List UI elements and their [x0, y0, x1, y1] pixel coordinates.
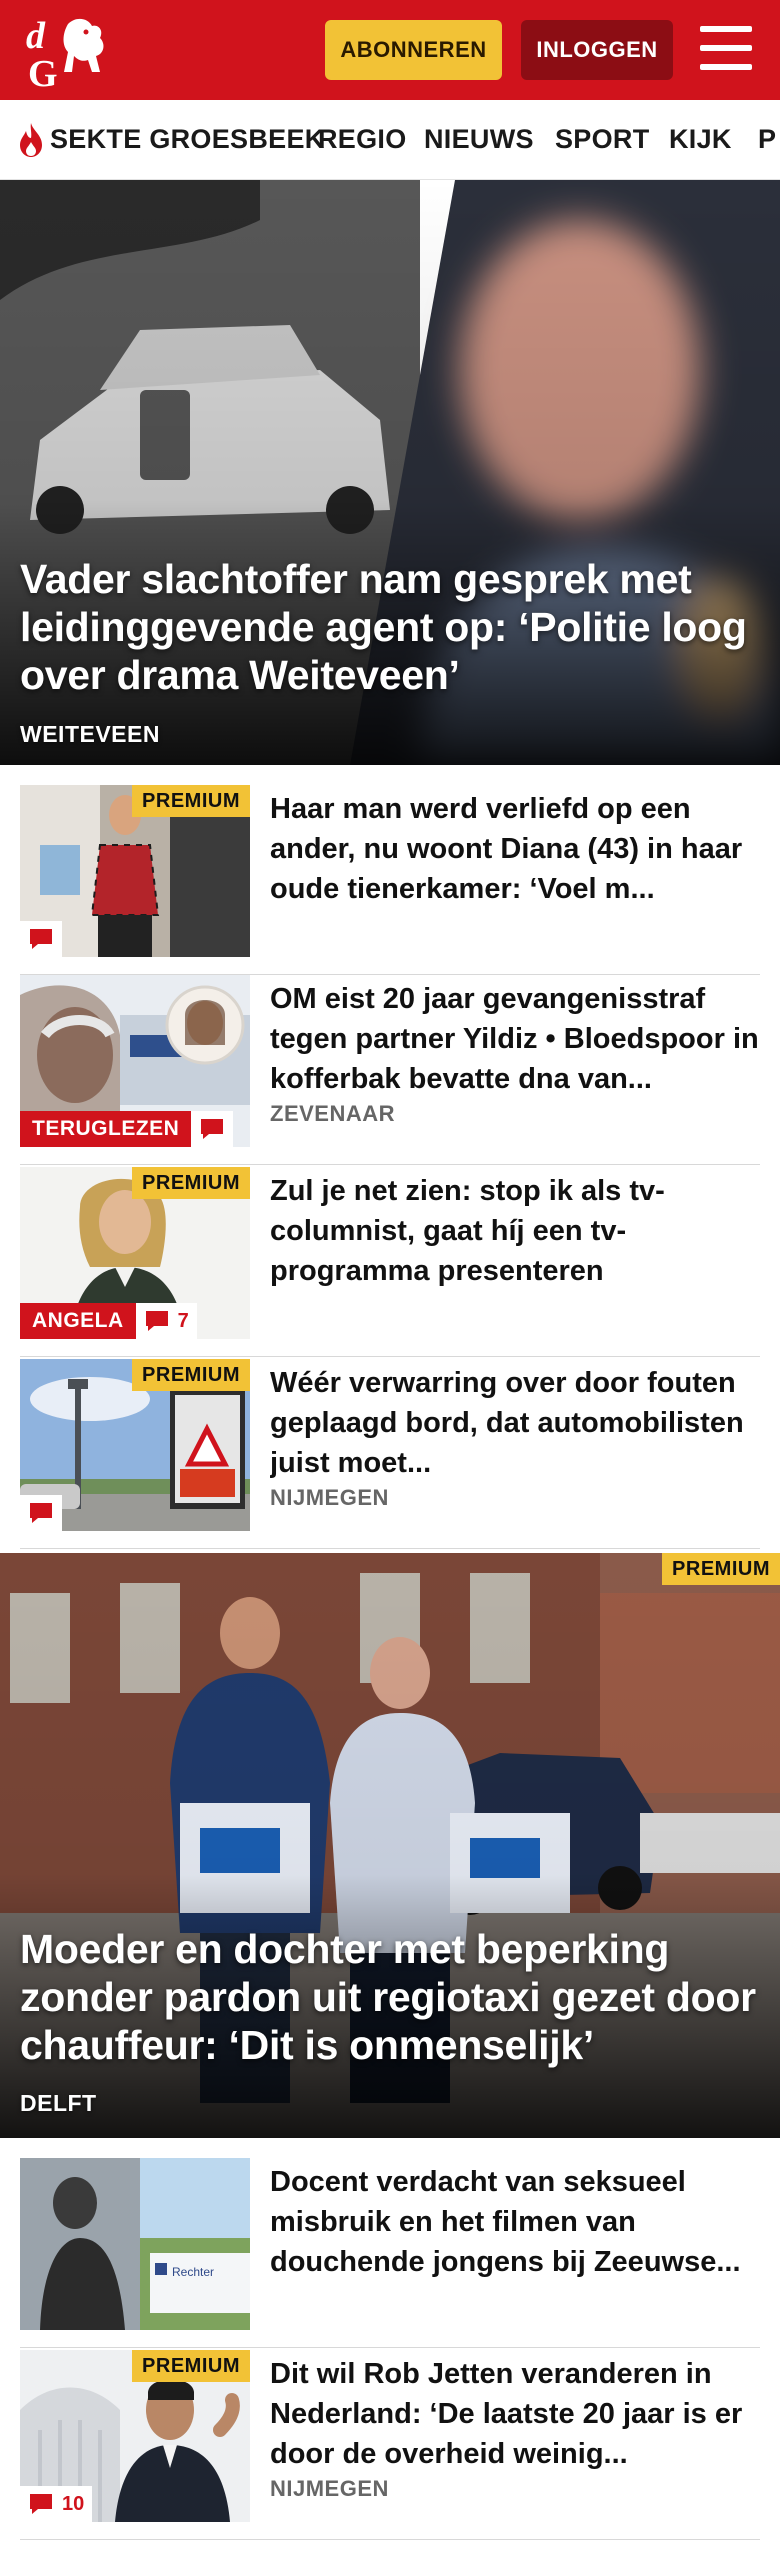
list-item[interactable]: Rechter Docent verdacht van seksueel mis…	[20, 2158, 760, 2348]
article-thumbnail: Rechter	[20, 2158, 250, 2330]
premium-badge: PREMIUM	[132, 2350, 250, 2382]
comment-tag[interactable]: 7	[135, 1303, 197, 1339]
top-bar: d G ABONNEREN INLOGGEN	[0, 0, 780, 100]
premium-badge: PREMIUM	[132, 1167, 250, 1199]
list-item[interactable]: TERUGLEZEN OM eist 20 jaar gevangenisstr…	[20, 975, 760, 1165]
comment-count: 10	[62, 2492, 85, 2515]
comment-icon	[30, 929, 52, 949]
svg-text:d: d	[26, 15, 46, 57]
subscribe-button[interactable]: ABONNEREN	[325, 20, 502, 80]
article-thumbnail: TERUGLEZEN	[20, 975, 250, 1147]
svg-text:G: G	[28, 53, 58, 90]
comment-icon	[30, 2494, 52, 2514]
article-title[interactable]: Zul je net zien: stop ik als tv-columnis…	[270, 1171, 760, 1291]
flame-icon	[20, 123, 42, 157]
topic-label[interactable]: ANGELA	[20, 1303, 136, 1339]
article-title[interactable]: Wéér verwarring over door fouten geplaag…	[270, 1363, 760, 1483]
comment-tag[interactable]: 10	[20, 2486, 93, 2522]
article-title[interactable]: Dit wil Rob Jetten veranderen in Nederla…	[270, 2354, 760, 2474]
list-item[interactable]: PREMIUM Wéér verwarring over door fouten…	[20, 1359, 760, 1549]
article-location: NIJMEGEN	[270, 2476, 389, 2501]
premium-badge: PREMIUM	[132, 785, 250, 817]
list-item[interactable]: PREMIUM ANGELA 7 Zul je net zien: stop i…	[20, 1167, 760, 1357]
hero-location: DELFT	[20, 2090, 97, 2116]
hero-location: WEITEVEEN	[20, 721, 160, 747]
sign-text: Rechter	[172, 2265, 214, 2279]
hero-title[interactable]: Moeder en dochter met beperking zonder p…	[20, 1925, 760, 2069]
article-thumbnail: PREMIUM 10	[20, 2350, 250, 2522]
article-location: ZEVENAAR	[270, 1101, 396, 1126]
comment-tag[interactable]	[20, 1495, 62, 1531]
comment-tag[interactable]	[191, 1111, 234, 1147]
comment-count: 7	[177, 1309, 189, 1332]
premium-badge: PREMIUM	[662, 1553, 780, 1585]
article-tags: TERUGLEZEN	[20, 1111, 234, 1147]
nav-item-sport[interactable]: SPORT	[555, 124, 650, 155]
login-button[interactable]: INLOGGEN	[521, 20, 673, 80]
comment-tag[interactable]	[20, 921, 62, 957]
hero-article[interactable]: PREMIUM Moeder en dochter met beperking …	[0, 1553, 780, 2138]
article-tags: ANGELA 7	[20, 1303, 197, 1339]
article-title[interactable]: Haar man werd verliefd op een ander, nu …	[270, 789, 760, 909]
article-title[interactable]: OM eist 20 jaar gevangenisstraf tegen pa…	[270, 979, 760, 1099]
list-item[interactable]: PREMIUM Haar man werd verliefd op een an…	[20, 785, 760, 975]
nav-item-kijk[interactable]: KIJK	[669, 124, 732, 155]
article-thumbnail: PREMIUM	[20, 1359, 250, 1531]
list-item[interactable]: PREMIUM 10 Dit wil Rob Jetten veranderen…	[20, 2350, 760, 2540]
comment-icon	[30, 1503, 52, 1523]
nav-item-sekte-groesbeek[interactable]: SEKTE GROESBEEK	[50, 124, 325, 155]
article-thumbnail: PREMIUM ANGELA 7	[20, 1167, 250, 1339]
nav-item-more[interactable]: P	[758, 124, 776, 155]
logo[interactable]: d G	[22, 10, 114, 90]
nav-item-regio[interactable]: REGIO	[318, 124, 407, 155]
article-thumbnail: PREMIUM	[20, 785, 250, 957]
hero-article[interactable]: Vader slachtoffer nam gesprek met leidin…	[0, 180, 780, 765]
comment-icon	[201, 1119, 224, 1139]
section-nav: SEKTE GROESBEEK REGIO NIEUWS SPORT KIJK …	[0, 100, 780, 180]
topic-label[interactable]: TERUGLEZEN	[20, 1111, 192, 1147]
comment-icon	[145, 1311, 168, 1331]
hero-title[interactable]: Vader slachtoffer nam gesprek met leidin…	[20, 555, 760, 699]
nav-item-nieuws[interactable]: NIEUWS	[424, 124, 534, 155]
article-location: NIJMEGEN	[270, 1485, 389, 1510]
article-title[interactable]: Docent verdacht van seksueel misbruik en…	[270, 2162, 760, 2282]
premium-badge: PREMIUM	[132, 1359, 250, 1391]
menu-icon[interactable]	[700, 26, 752, 72]
